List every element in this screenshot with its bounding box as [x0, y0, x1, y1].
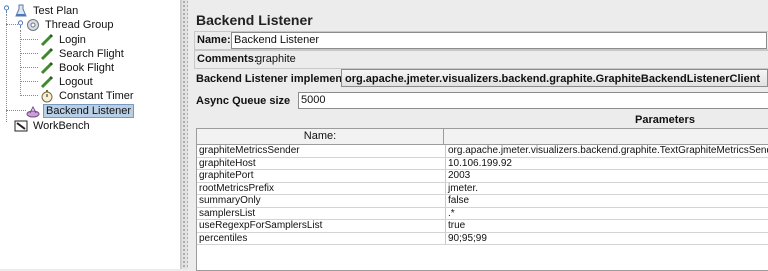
table-row[interactable]: samplersList .* [197, 207, 768, 220]
tree-item-thread-group[interactable]: Thread Group [26, 17, 115, 32]
table-row[interactable]: useRegexpForSamplersList true [197, 220, 768, 233]
parameters-table[interactable]: Name: graphiteMetricsSender org.apache.j… [196, 128, 768, 271]
tree-line [20, 53, 38, 54]
column-header-name[interactable]: Name: [197, 129, 444, 144]
tree-item-backend-listener[interactable]: Backend Listener [26, 103, 134, 118]
table-row[interactable]: percentiles 90;95;99 [197, 232, 768, 245]
name-row: Name: Backend Listener [194, 31, 768, 50]
stopwatch-icon [40, 89, 54, 103]
tree-line [20, 67, 38, 68]
queue-label: Async Queue size [196, 95, 291, 107]
tree-line [6, 14, 7, 122]
param-value-cell[interactable]: .* [446, 208, 768, 220]
pipette-icon [40, 47, 54, 61]
param-name-cell[interactable]: graphiteMetricsSender [197, 145, 446, 157]
tree-item-logout[interactable]: Logout [40, 74, 95, 89]
table-row[interactable]: rootMetricsPrefix jmeter. [197, 182, 768, 195]
pipette-icon [40, 33, 54, 47]
tree-item-workbench[interactable]: WorkBench [14, 118, 92, 133]
param-name-cell[interactable]: percentiles [197, 232, 446, 244]
column-header-value[interactable] [444, 129, 768, 144]
test-plan-tree[interactable]: ⚲ ⚲ Test Plan Thread Group Login Search … [0, 0, 181, 269]
table-row[interactable]: graphitePort 2003 [197, 170, 768, 183]
param-value-cell[interactable]: 2003 [446, 170, 768, 182]
collapse-toggle-icon[interactable]: ⚲ [16, 20, 25, 29]
param-value-cell[interactable]: false [446, 195, 768, 207]
tree-line [20, 81, 38, 82]
name-label: Name: [197, 34, 231, 46]
parameters-label: Parameters [635, 114, 695, 126]
tree-item-login[interactable]: Login [40, 32, 88, 47]
param-value-cell[interactable]: 90;95;99 [446, 233, 768, 245]
flask-icon [14, 4, 28, 18]
tree-line [20, 95, 38, 96]
workbench-icon [14, 119, 28, 133]
impl-select[interactable]: org.apache.jmeter.visualizers.backend.gr… [341, 69, 768, 87]
param-name-cell[interactable]: graphitePort [197, 170, 446, 182]
param-name-cell[interactable]: summaryOnly [197, 195, 446, 207]
param-name-cell[interactable]: useRegexpForSamplersList [197, 220, 446, 232]
table-header: Name: [197, 129, 768, 145]
tree-item-test-plan[interactable]: Test Plan [14, 3, 80, 18]
param-name-cell[interactable]: samplersList [197, 207, 446, 219]
tree-item-book-flight[interactable]: Book Flight [40, 60, 116, 75]
comments-label: Comments: [197, 53, 258, 65]
param-name-cell[interactable]: graphiteHost [197, 157, 446, 169]
param-value-cell[interactable]: jmeter. [446, 183, 768, 195]
page-title: Backend Listener [196, 12, 313, 28]
queue-size-field[interactable]: 5000 [298, 92, 768, 109]
listener-icon [26, 104, 40, 118]
param-value-cell[interactable]: true [446, 220, 768, 232]
param-value-cell[interactable]: 10.106.199.92 [446, 158, 768, 170]
collapse-toggle-icon[interactable]: ⚲ [2, 5, 11, 14]
comments-field[interactable]: graphite [256, 53, 296, 65]
comments-row: Comments: graphite [194, 50, 768, 69]
tree-line [6, 110, 26, 111]
pipette-icon [40, 75, 54, 89]
gear-icon [26, 18, 40, 32]
table-row[interactable]: graphiteMetricsSender org.apache.jmeter.… [197, 145, 768, 158]
pipette-icon [40, 61, 54, 75]
name-field[interactable]: Backend Listener [231, 32, 767, 49]
tree-item-constant-timer[interactable]: Constant Timer [40, 88, 136, 103]
param-value-cell[interactable]: org.apache.jmeter.visualizers.backend.gr… [446, 145, 768, 157]
param-name-cell[interactable]: rootMetricsPrefix [197, 182, 446, 194]
tree-line [20, 39, 38, 40]
table-row[interactable]: graphiteHost 10.106.199.92 [197, 157, 768, 170]
table-row[interactable]: summaryOnly false [197, 195, 768, 208]
backend-listener-panel: Backend Listener Name: Backend Listener … [188, 0, 768, 271]
tree-item-search-flight[interactable]: Search Flight [40, 46, 126, 61]
